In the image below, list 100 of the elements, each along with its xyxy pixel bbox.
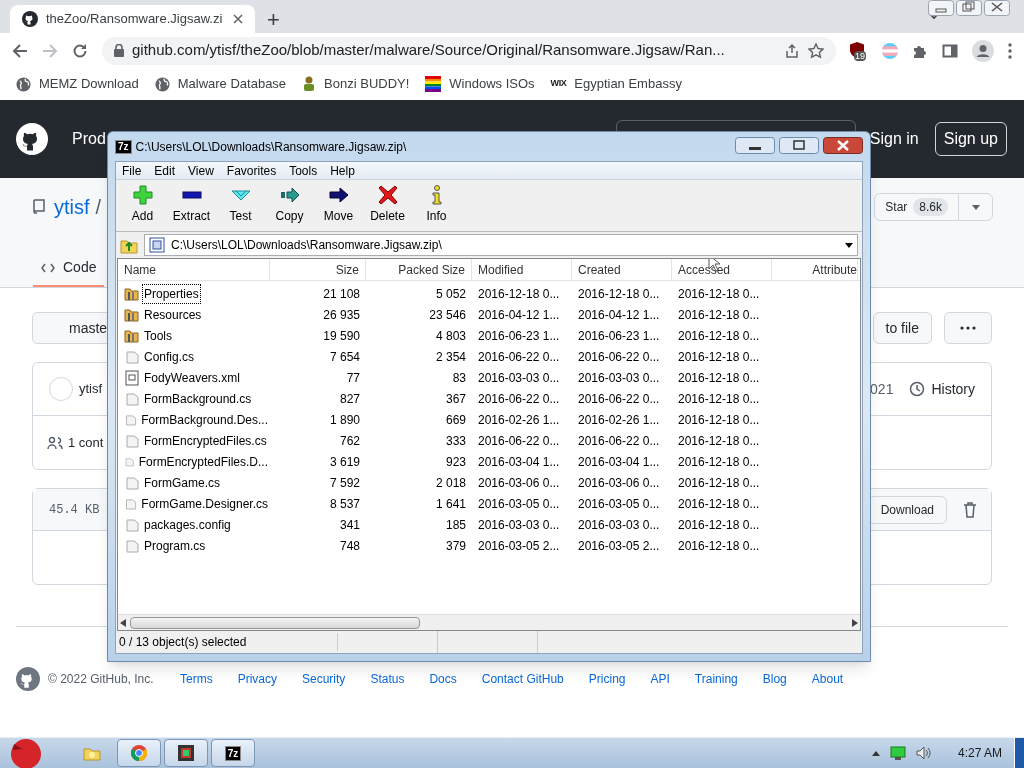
- github-logo-icon[interactable]: [16, 123, 48, 155]
- footer-link[interactable]: Status: [370, 670, 405, 688]
- taskbar-button[interactable]: 7z: [211, 739, 255, 767]
- column-header[interactable]: Name: [118, 259, 270, 280]
- file-name[interactable]: FormEncryptedFiles.cs: [142, 430, 269, 451]
- restore-button[interactable]: [956, 0, 982, 16]
- table-cell-text: 2016-06-22 0...: [477, 432, 561, 450]
- toolbar-button[interactable]: Info: [414, 185, 459, 225]
- column-header[interactable]: Modified: [472, 259, 572, 280]
- footer-link[interactable]: Pricing: [588, 670, 626, 688]
- toolbar-button[interactable]: Add: [120, 185, 165, 225]
- horizontal-scrollbar[interactable]: [118, 614, 860, 630]
- profile-icon[interactable]: [972, 39, 994, 62]
- file-name[interactable]: packages.config: [142, 514, 233, 535]
- toolbar-button[interactable]: Extract: [169, 185, 214, 225]
- toolbar-button[interactable]: Test: [218, 185, 263, 225]
- bookmark-item[interactable]: Bonzi BUDDY!: [302, 74, 410, 94]
- speaker-icon[interactable]: [915, 746, 932, 760]
- file-name[interactable]: FormGame.Designer.cs: [139, 493, 270, 514]
- star-icon[interactable]: [808, 42, 824, 59]
- dropdown-icon: [845, 242, 853, 248]
- footer-link[interactable]: Blog: [762, 670, 787, 688]
- footer-link[interactable]: Terms: [180, 670, 213, 688]
- menu-item[interactable]: View: [188, 161, 214, 180]
- address-bar[interactable]: github.com/ytisf/theZoo/blob/master/malware/Source/Original/Ransomware.Jigsaw/Ran...: [102, 36, 836, 65]
- bookmark-item[interactable]: MEMZ Download: [16, 74, 139, 94]
- column-header[interactable]: Size: [270, 259, 366, 280]
- file-name[interactable]: FormBackground.cs: [142, 388, 254, 409]
- taskbar-button[interactable]: [164, 739, 208, 767]
- author-link[interactable]: ytisf: [79, 379, 103, 399]
- file-name[interactable]: FormBackground.Des...: [139, 409, 270, 430]
- toolbar-button[interactable]: Copy: [267, 185, 312, 225]
- menu-item[interactable]: Favorites: [226, 161, 277, 180]
- toolbar-button[interactable]: Delete: [365, 185, 410, 225]
- file-name[interactable]: FodyWeavers.xml: [142, 367, 242, 388]
- nav-link[interactable]: Prod: [72, 127, 106, 151]
- file-name[interactable]: Config.cs: [142, 346, 197, 367]
- footer-link[interactable]: Security: [302, 670, 346, 688]
- menu-item[interactable]: Tools: [289, 161, 318, 180]
- folder-icon: [124, 285, 140, 302]
- shield-extension-button[interactable]: 19: [850, 41, 868, 60]
- file-name[interactable]: Program.cs: [142, 535, 208, 556]
- new-tab-button[interactable]: +: [267, 9, 280, 31]
- caret-icon: [971, 204, 980, 210]
- path-separator: /: [95, 195, 102, 220]
- star-label: Star: [885, 199, 908, 216]
- back-icon[interactable]: [12, 42, 28, 59]
- scrollbar-thumb[interactable]: [130, 616, 420, 629]
- show-desktop-button[interactable]: [1014, 738, 1024, 768]
- commit-date: 021: [870, 379, 894, 399]
- footer-link[interactable]: Training: [694, 670, 738, 688]
- repo-tab[interactable]: Code: [33, 250, 105, 287]
- close-button[interactable]: [823, 137, 863, 154]
- close-icon[interactable]: [233, 14, 243, 24]
- column-header[interactable]: Created: [572, 259, 672, 280]
- repo-owner-link[interactable]: ytisf: [54, 192, 90, 222]
- column-header[interactable]: Attribute: [772, 259, 858, 280]
- side-panel-icon[interactable]: [942, 42, 958, 59]
- toolbar-button[interactable]: Move: [316, 185, 361, 225]
- delete-icon: [377, 185, 398, 205]
- close-button[interactable]: [984, 0, 1010, 16]
- menu-item[interactable]: Help: [330, 161, 355, 180]
- tray-arrow-icon[interactable]: [871, 750, 880, 756]
- trash-icon[interactable]: [963, 501, 977, 518]
- file-name[interactable]: Properties: [142, 283, 201, 304]
- file-name[interactable]: FormGame.cs: [142, 472, 222, 493]
- file-name[interactable]: FormEncryptedFiles.D...: [136, 451, 270, 472]
- file-name[interactable]: Tools: [142, 325, 174, 346]
- archiver-logo: 7z: [224, 745, 242, 761]
- menu-item[interactable]: File: [122, 161, 142, 180]
- bookmark-item[interactable]: WIX Egyptian Embassy: [550, 74, 682, 94]
- menu-icon[interactable]: [1008, 42, 1012, 59]
- folder-icon: [83, 745, 101, 761]
- table-cell-text: 2016-06-22 0...: [577, 390, 661, 408]
- sign-up-button[interactable]: Sign up: [934, 122, 1007, 156]
- file-name[interactable]: Resources: [142, 304, 204, 325]
- footer-link[interactable]: Docs: [429, 670, 457, 688]
- go-to-file-button[interactable]: to file: [872, 312, 932, 344]
- sign-in-link[interactable]: Sign in: [869, 127, 919, 151]
- network-icon[interactable]: [889, 746, 906, 760]
- column-header[interactable]: Packed Size: [366, 259, 472, 280]
- footer-link[interactable]: About: [811, 670, 844, 688]
- clock-text[interactable]: 4:27 AM: [957, 744, 1002, 762]
- bookmark-item[interactable]: Windows ISOs: [425, 74, 535, 94]
- menu-item[interactable]: Edit: [154, 161, 176, 180]
- reload-icon[interactable]: [72, 42, 88, 59]
- history-link[interactable]: History: [909, 378, 975, 400]
- bookmark-item[interactable]: Malware Database: [154, 74, 287, 94]
- share-icon[interactable]: [784, 42, 800, 59]
- footer-link[interactable]: API: [650, 670, 670, 688]
- footer-link[interactable]: Privacy: [237, 670, 277, 688]
- github-logo-icon: [22, 11, 38, 27]
- footer-link[interactable]: Contact GitHub: [481, 670, 564, 688]
- minimize-button[interactable]: [735, 137, 775, 154]
- star-button[interactable]: Star 8.6k: [874, 193, 993, 221]
- maximize-button[interactable]: [779, 137, 819, 154]
- path-field[interactable]: C:\Users\LOL\Downloads\Ransomware.Jigsaw.zip\: [144, 234, 858, 256]
- table-cell-text: 2016-06-23 1...: [577, 327, 661, 345]
- table-cell-text: 2016-12-18 0...: [677, 327, 761, 345]
- browser-tab[interactable]: theZoo/Ransomware.Jigsaw.zi: [10, 5, 255, 33]
